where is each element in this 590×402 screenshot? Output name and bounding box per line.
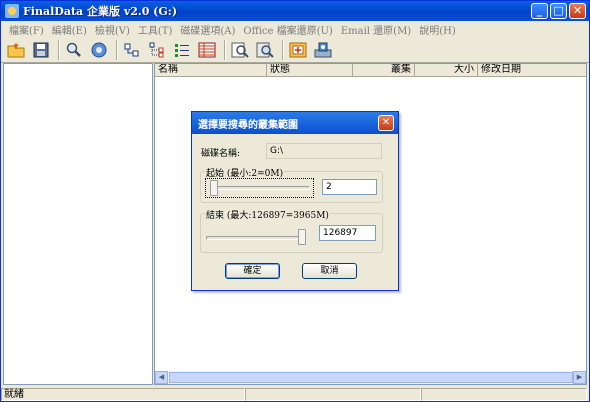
open-folder-icon[interactable]	[5, 39, 27, 61]
horizontal-scrollbar[interactable]: ◀ ▶	[155, 371, 586, 384]
column-name[interactable]: 名稱	[155, 64, 267, 77]
menu-office-restore[interactable]: Office 檔案還原(U)	[239, 22, 336, 37]
menu-disk-options[interactable]: 磁碟選項(A)	[176, 22, 239, 37]
end-range-label: 結束 (最大:126897=3965M)	[205, 208, 330, 221]
title-bar[interactable]: FinalData 企業版 v2.0 (G:) _ □ ✕	[1, 1, 589, 21]
status-text: 就緒	[1, 387, 245, 401]
scroll-left-button[interactable]: ◀	[155, 371, 168, 384]
list-header: 名稱 狀態 叢集 大小 修改日期	[155, 64, 586, 77]
disk-name-label: 磁碟名稱:	[201, 149, 241, 159]
menu-file[interactable]: 檔案(F)	[5, 22, 48, 37]
end-slider-thumb[interactable]	[298, 229, 306, 245]
toolbar-separator	[116, 40, 118, 60]
window-title: FinalData 企業版 v2.0 (G:)	[23, 5, 178, 18]
tree-branch-icon[interactable]	[146, 39, 168, 61]
status-panel-2	[245, 387, 421, 401]
tree-list-icon[interactable]	[171, 39, 193, 61]
window-add-icon[interactable]	[287, 39, 309, 61]
settings-gear-icon[interactable]	[88, 39, 110, 61]
toolbar-separator	[58, 40, 60, 60]
start-cluster-input[interactable]: 2	[322, 179, 377, 195]
find-icon[interactable]	[229, 39, 251, 61]
menu-bar: 檔案(F) 編輯(E) 檢視(V) 工具(T) 磁碟選項(A) Office 檔…	[1, 21, 589, 38]
dialog-title: 選擇要搜尋的叢集範圍	[192, 112, 398, 134]
disk-name-value: G:\	[266, 143, 382, 159]
window-controls: _ □ ✕	[531, 3, 586, 19]
search-magnifier-icon[interactable]	[63, 39, 85, 61]
menu-email-restore[interactable]: Email 還原(M)	[337, 22, 415, 37]
save-disk-icon[interactable]	[30, 39, 52, 61]
start-slider-track[interactable]	[210, 186, 310, 190]
scroll-right-button[interactable]: ▶	[573, 371, 586, 384]
ok-button[interactable]: 確定	[225, 263, 280, 279]
column-cluster[interactable]: 叢集	[353, 64, 415, 77]
menu-edit[interactable]: 編輯(E)	[48, 22, 91, 37]
toolbar	[1, 38, 589, 63]
app-icon	[5, 4, 19, 18]
cluster-range-dialog: 選擇要搜尋的叢集範圍 ✕ 磁碟名稱: G:\ 起始 (最小:2=0M) 2 結束…	[191, 111, 399, 291]
toolbar-separator	[282, 40, 284, 60]
menu-help[interactable]: 說明(H)	[415, 22, 460, 37]
status-panel-3	[421, 387, 587, 401]
cancel-button[interactable]: 取消	[302, 263, 357, 279]
end-cluster-input[interactable]: 126897	[319, 225, 376, 241]
maximize-button[interactable]: □	[550, 3, 567, 19]
column-status[interactable]: 狀態	[267, 64, 353, 77]
menu-view[interactable]: 檢視(V)	[91, 22, 134, 37]
find-advanced-icon[interactable]	[254, 39, 276, 61]
minimize-button[interactable]: _	[531, 3, 548, 19]
folder-tree-pane[interactable]	[3, 63, 153, 385]
column-modified-date[interactable]: 修改日期	[478, 64, 586, 77]
status-bar: 就緒	[1, 387, 589, 401]
column-size[interactable]: 大小	[415, 64, 478, 77]
menu-tools[interactable]: 工具(T)	[134, 22, 176, 37]
toolbar-separator	[224, 40, 226, 60]
start-slider-thumb[interactable]	[210, 180, 218, 196]
main-window: FinalData 企業版 v2.0 (G:) _ □ ✕ 檔案(F) 編輯(E…	[0, 0, 590, 402]
close-button[interactable]: ✕	[569, 3, 586, 19]
tree-small-icon[interactable]	[121, 39, 143, 61]
end-slider-track[interactable]	[206, 236, 306, 240]
disk-image-icon[interactable]	[312, 39, 334, 61]
details-list-icon[interactable]	[196, 39, 218, 61]
dialog-close-button[interactable]: ✕	[378, 115, 394, 131]
scroll-thumb[interactable]	[169, 372, 573, 383]
